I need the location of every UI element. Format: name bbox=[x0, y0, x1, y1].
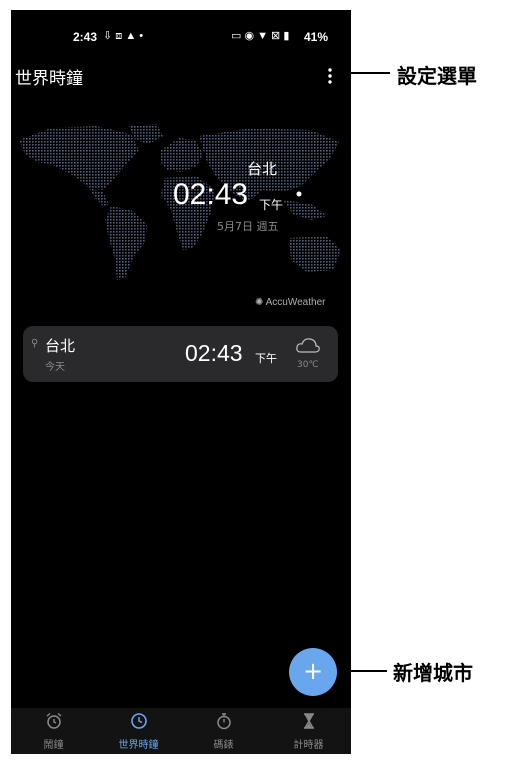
nav-label-stopwatch: 碼錶 bbox=[213, 740, 234, 751]
cloud-icon bbox=[295, 336, 321, 356]
add-city-button[interactable]: + bbox=[289, 648, 337, 696]
city-ampm: 下午 bbox=[255, 352, 277, 365]
status-notification-icons: ⇩ ⧈ ▲ • bbox=[103, 30, 144, 42]
add-city-callout-line bbox=[337, 670, 387, 672]
city-temp: 30℃ bbox=[297, 360, 319, 370]
accuweather-label: AccuWeather bbox=[265, 297, 326, 308]
city-day: 今天 bbox=[45, 362, 65, 373]
battery-level: 41% bbox=[304, 30, 329, 44]
city-time: 02:43 bbox=[185, 340, 243, 366]
settings-callout-line bbox=[344, 72, 390, 74]
map-city-date: 5月7日 週五 bbox=[217, 220, 279, 233]
world-map bbox=[11, 120, 351, 320]
stopwatch-icon bbox=[181, 712, 266, 734]
nav-item-alarm[interactable]: 鬧鐘 bbox=[11, 712, 96, 751]
location-pin-icon: ⚲ bbox=[31, 338, 39, 349]
more-options-icon[interactable] bbox=[325, 66, 335, 86]
page-title: 世界時鐘 bbox=[15, 69, 83, 89]
nav-label-timer: 計時器 bbox=[293, 740, 324, 751]
map-city-time: 02:43 bbox=[173, 178, 249, 211]
status-time: 2:43 bbox=[73, 30, 98, 44]
nav-label-alarm: 鬧鐘 bbox=[43, 740, 64, 751]
map-city-name: 台北 bbox=[247, 160, 278, 178]
map-city-ampm: 下午 bbox=[259, 198, 284, 212]
city-name: 台北 bbox=[45, 337, 76, 355]
bottom-navigation: 鬧鐘 世界時鐘 碼錶 計時器 bbox=[11, 708, 351, 754]
settings-menu-callout: 設定選單 bbox=[397, 64, 477, 88]
accuweather-credit: ✺ AccuWeather bbox=[255, 297, 325, 308]
city-card[interactable]: ⚲ 台北 今天 02:43 下午 30℃ bbox=[23, 326, 338, 382]
nav-item-timer[interactable]: 計時器 bbox=[266, 712, 351, 751]
plus-icon: + bbox=[302, 657, 324, 685]
status-system-icons: ▭ ◉ ▼ ⊠ ▮ bbox=[231, 30, 290, 42]
clock-icon bbox=[96, 712, 181, 734]
alarm-icon bbox=[11, 712, 96, 734]
nav-item-stopwatch[interactable]: 碼錶 bbox=[181, 712, 266, 751]
hourglass-icon bbox=[266, 712, 351, 734]
phone-screen: 2:43 ⇩ ⧈ ▲ • ▭ ◉ ▼ ⊠ ▮ 41% 世界時鐘 台北 02:43… bbox=[11, 10, 351, 754]
nav-item-world-clock[interactable]: 世界時鐘 bbox=[96, 712, 181, 751]
nav-label-world-clock: 世界時鐘 bbox=[118, 740, 159, 751]
accuweather-icon: ✺ bbox=[255, 297, 264, 308]
add-city-callout: 新增城市 bbox=[393, 661, 473, 685]
